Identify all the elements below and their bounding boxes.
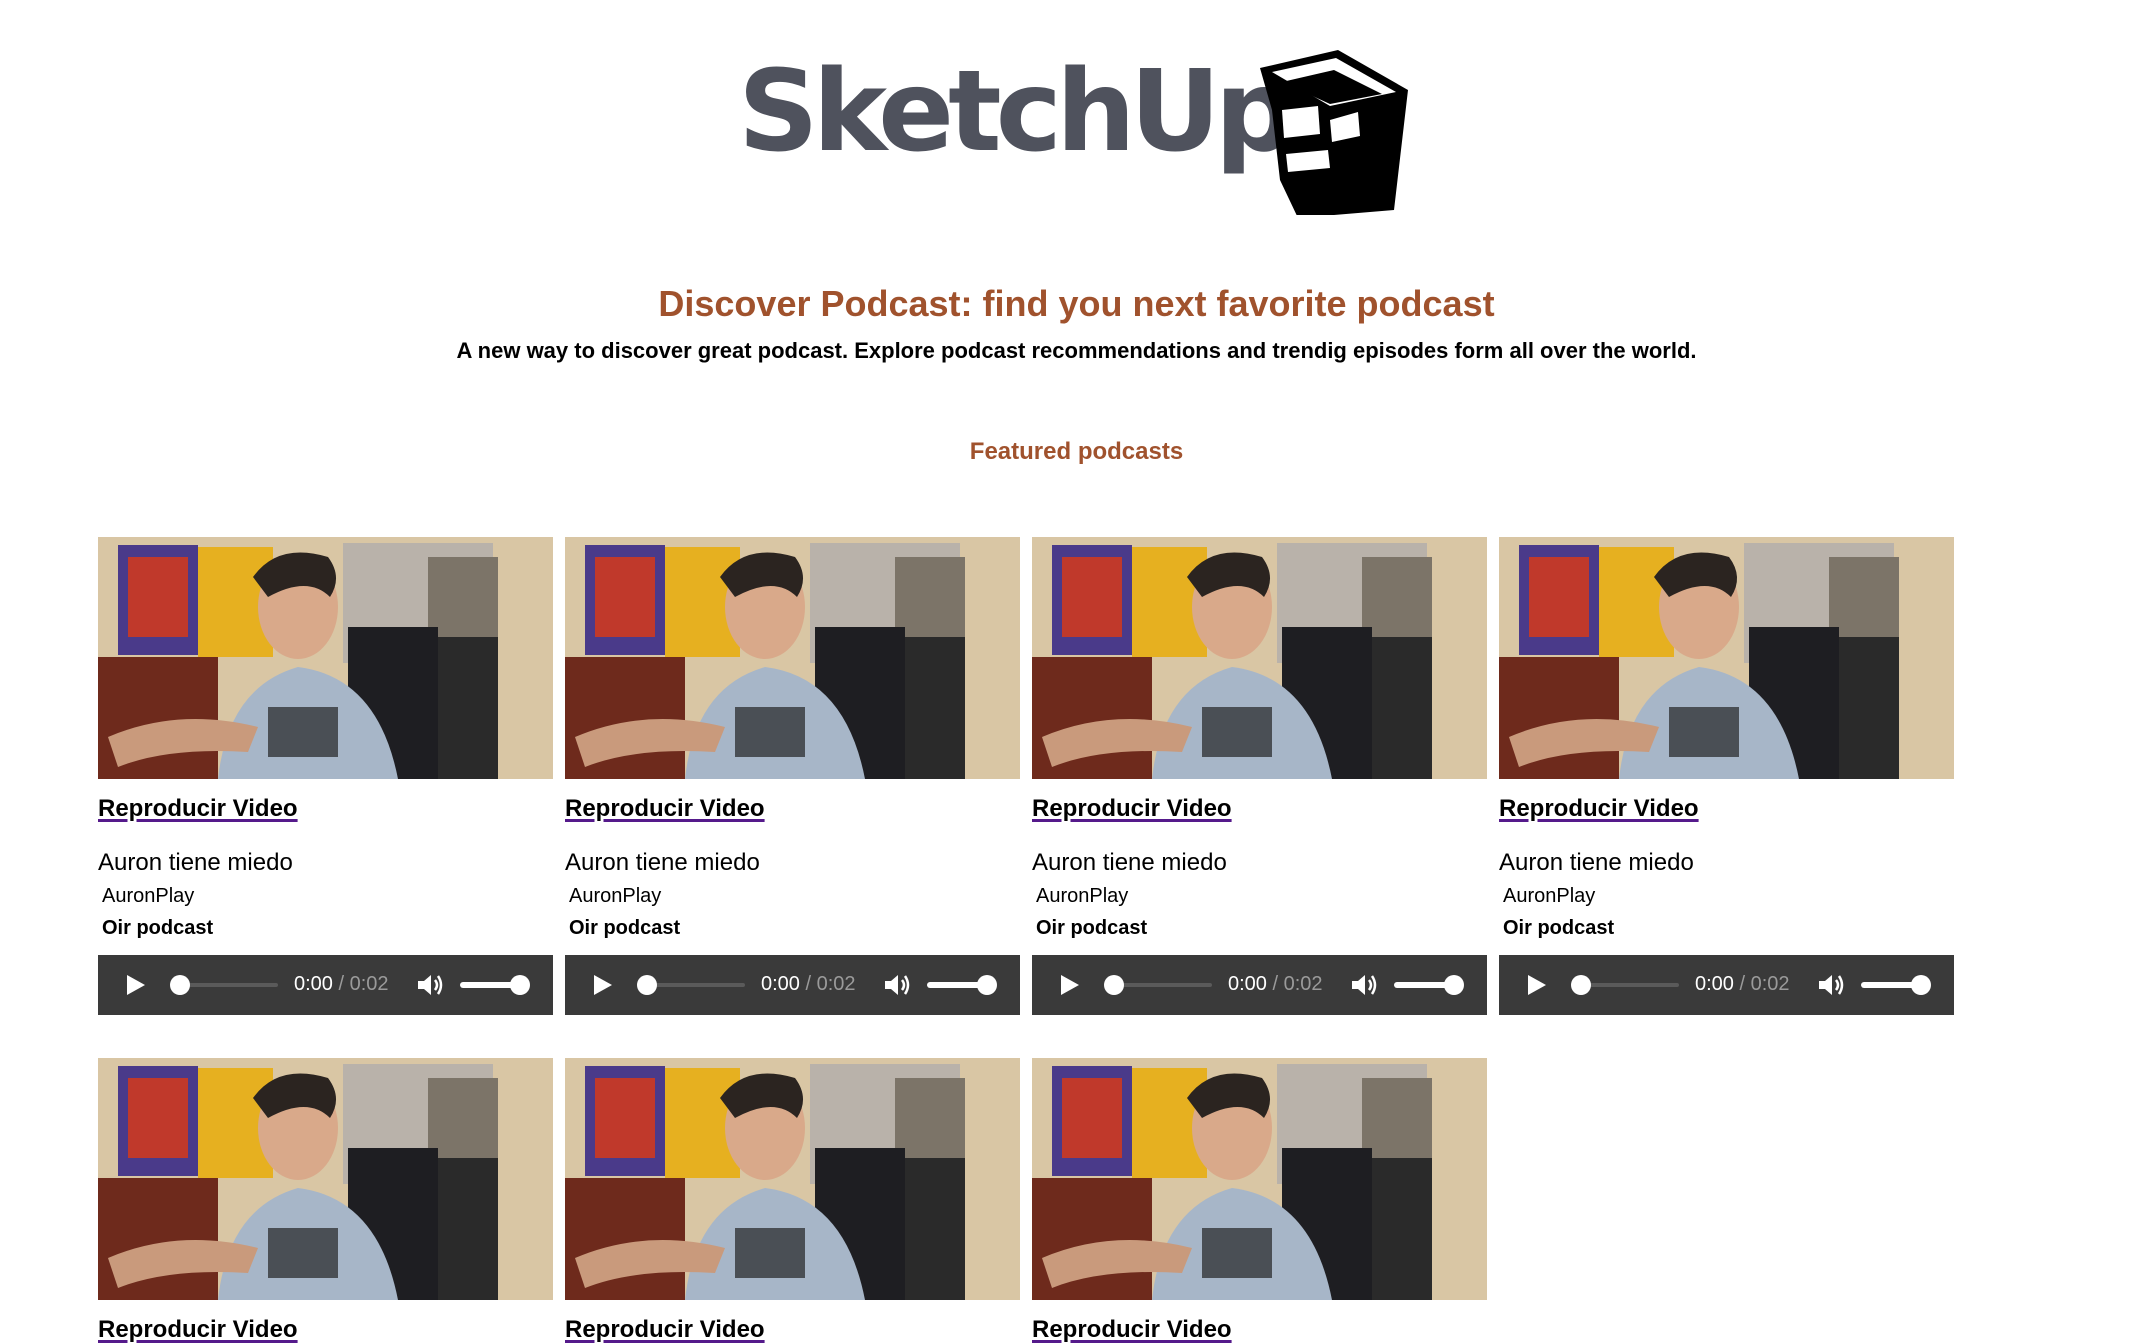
- time-display: 0:00 / 0:02: [761, 973, 856, 996]
- listen-label: Oir podcast: [1036, 917, 1148, 939]
- episode-title: Auron tiene miedo: [1032, 849, 1227, 876]
- play-video-link[interactable]: Reproducir Video: [1499, 795, 1954, 823]
- featured-podcasts-title: Featured podcasts: [969, 438, 1184, 465]
- volume-icon[interactable]: [1350, 972, 1378, 998]
- time-display: 0:00 / 0:02: [294, 973, 389, 996]
- video-thumbnail[interactable]: [1499, 537, 1954, 779]
- duration: / 0:02: [1272, 973, 1323, 995]
- current-time: 0:00: [761, 973, 800, 995]
- listen-label: Oir podcast: [102, 917, 214, 939]
- play-icon[interactable]: [1058, 974, 1080, 996]
- play-video-link[interactable]: Reproducir Video: [1032, 1316, 1487, 1344]
- play-icon[interactable]: [124, 974, 146, 996]
- play-video-link[interactable]: Reproducir Video: [98, 795, 553, 823]
- audio-player: 0:00 / 0:02: [1499, 955, 1954, 1015]
- time-display: 0:00 / 0:02: [1228, 973, 1323, 996]
- podcast-card: Reproducir Video: [98, 1058, 553, 1344]
- play-icon[interactable]: [1525, 974, 1547, 996]
- video-thumbnail[interactable]: [1032, 1058, 1487, 1300]
- podcast-card: Reproducir Video Auron tiene miedo Auron…: [98, 537, 553, 1015]
- seek-handle[interactable]: [637, 975, 657, 995]
- seek-handle[interactable]: [1104, 975, 1124, 995]
- episode-title: Auron tiene miedo: [565, 849, 760, 876]
- seek-bar[interactable]: [645, 983, 745, 987]
- duration: / 0:02: [1739, 973, 1790, 995]
- duration: / 0:02: [805, 973, 856, 995]
- seek-bar[interactable]: [178, 983, 278, 987]
- current-time: 0:00: [294, 973, 333, 995]
- video-thumbnail[interactable]: [1032, 537, 1487, 779]
- video-thumbnail[interactable]: [565, 537, 1020, 779]
- duration: / 0:02: [338, 973, 389, 995]
- brand-logo-text: SketchUp: [738, 47, 1295, 177]
- site-header: SketchUp: [0, 50, 2153, 220]
- video-frame-image: [565, 1058, 1020, 1300]
- episode-author: AuronPlay: [102, 885, 195, 907]
- audio-player: 0:00 / 0:02: [98, 955, 553, 1015]
- seek-handle[interactable]: [170, 975, 190, 995]
- video-thumbnail[interactable]: [98, 1058, 553, 1300]
- current-time: 0:00: [1695, 973, 1734, 995]
- play-video-link[interactable]: Reproducir Video: [98, 1316, 553, 1344]
- play-video-link[interactable]: Reproducir Video: [565, 1316, 1020, 1344]
- podcast-card: Reproducir Video Auron tiene miedo Auron…: [565, 537, 1020, 1015]
- volume-icon[interactable]: [883, 972, 911, 998]
- podcast-card: Reproducir Video: [565, 1058, 1020, 1344]
- volume-handle[interactable]: [1444, 975, 1464, 995]
- video-frame-image: [98, 537, 553, 779]
- audio-player: 0:00 / 0:02: [1032, 955, 1487, 1015]
- episode-title: Auron tiene miedo: [98, 849, 293, 876]
- seek-bar[interactable]: [1579, 983, 1679, 987]
- seek-bar[interactable]: [1112, 983, 1212, 987]
- page-headline: Discover Podcast: find you next favorite…: [658, 283, 1495, 324]
- podcast-card: Reproducir Video Auron tiene miedo Auron…: [1032, 537, 1487, 1015]
- volume-handle[interactable]: [977, 975, 997, 995]
- video-frame-image: [1032, 1058, 1487, 1300]
- listen-label: Oir podcast: [1503, 917, 1615, 939]
- volume-icon[interactable]: [1817, 972, 1845, 998]
- play-video-link[interactable]: Reproducir Video: [565, 795, 1020, 823]
- volume-icon[interactable]: [416, 972, 444, 998]
- volume-handle[interactable]: [1911, 975, 1931, 995]
- episode-author: AuronPlay: [1036, 885, 1129, 907]
- podcast-card: Reproducir Video: [1032, 1058, 1487, 1344]
- volume-handle[interactable]: [510, 975, 530, 995]
- listen-label: Oir podcast: [569, 917, 681, 939]
- page-subheading: A new way to discover great podcast. Exp…: [456, 338, 1697, 363]
- current-time: 0:00: [1228, 973, 1267, 995]
- episode-author: AuronPlay: [569, 885, 662, 907]
- video-frame-image: [565, 537, 1020, 779]
- video-frame-image: [98, 1058, 553, 1300]
- episode-title: Auron tiene miedo: [1499, 849, 1694, 876]
- episode-author: AuronPlay: [1503, 885, 1596, 907]
- video-thumbnail[interactable]: [565, 1058, 1020, 1300]
- seek-handle[interactable]: [1571, 975, 1591, 995]
- video-thumbnail[interactable]: [98, 537, 553, 779]
- podcast-card: Reproducir Video Auron tiene miedo Auron…: [1499, 537, 1954, 1015]
- time-display: 0:00 / 0:02: [1695, 973, 1790, 996]
- play-icon[interactable]: [591, 974, 613, 996]
- video-frame-image: [1032, 537, 1487, 779]
- play-video-link[interactable]: Reproducir Video: [1032, 795, 1487, 823]
- audio-player: 0:00 / 0:02: [565, 955, 1020, 1015]
- sketchup-cube-icon: [1260, 50, 1408, 215]
- video-frame-image: [1499, 537, 1954, 779]
